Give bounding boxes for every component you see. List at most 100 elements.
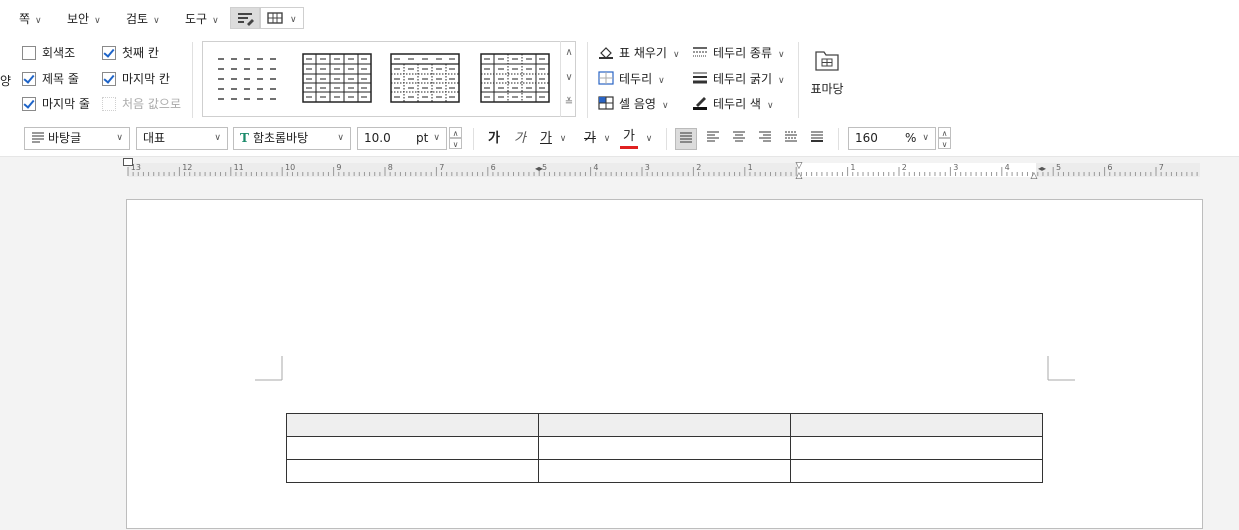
distribute-icon: [785, 131, 797, 142]
underline-button[interactable]: 가: [537, 128, 555, 150]
ruler-label: 4: [593, 163, 599, 172]
table-cell[interactable]: [790, 459, 1043, 483]
border-width-label: 테두리 굵기: [713, 72, 773, 86]
menu-review-label: 검토: [126, 12, 149, 26]
ruler-label: 6: [1107, 163, 1113, 172]
zoom-unit: %: [905, 131, 917, 145]
strikethrough-button[interactable]: 가: [581, 128, 599, 150]
style-value: 바탕글: [48, 131, 82, 145]
checkbox-box[interactable]: [102, 72, 116, 86]
align-justify-button[interactable]: [675, 128, 697, 150]
border-label: 테두리: [619, 72, 653, 86]
ruler-label: 9: [336, 163, 342, 172]
checkbox-label: 마지막 줄: [42, 97, 90, 111]
ruler-label: 3: [953, 163, 959, 172]
ruler-label: 12: [182, 163, 193, 172]
chevron-down-icon: ∨: [658, 76, 665, 86]
table-style-preview-dotted[interactable]: [389, 52, 461, 104]
bold-button[interactable]: 가: [485, 128, 503, 150]
table-cut-button[interactable]: 표마당: [806, 44, 848, 104]
cell-shade-button[interactable]: 셀 음영 ∨: [598, 94, 669, 114]
table-fill-label: 표 채우기: [619, 46, 667, 60]
ribbon-separator: [587, 42, 588, 118]
margin-marker-icon[interactable]: ◂▸: [533, 163, 545, 175]
zoom-input[interactable]: 160 % ∨: [848, 127, 936, 150]
border-width-icon: [693, 72, 707, 84]
document-page[interactable]: [126, 199, 1203, 529]
checkbox-box[interactable]: [22, 72, 36, 86]
chevron-down-icon: ∨: [116, 133, 123, 143]
chevron-down-icon[interactable]: ∨: [643, 128, 655, 150]
align-center-button[interactable]: [728, 128, 750, 150]
ruler-label: 2: [696, 163, 702, 172]
divide-button[interactable]: [806, 128, 828, 150]
table-style-preview-mixed[interactable]: [479, 52, 551, 104]
menu-tools[interactable]: 도구 ∨: [185, 9, 219, 29]
right-indent-marker-icon[interactable]: △: [1029, 171, 1039, 181]
gallery-expand-icon[interactable]: ≚: [561, 91, 577, 115]
cell-shade-label: 셀 음영: [619, 97, 656, 111]
indent-marker-icon[interactable]: ▽ △: [794, 161, 804, 181]
table-cell[interactable]: [286, 459, 539, 483]
chevron-down-icon: ∨: [212, 16, 219, 26]
checkbox-box[interactable]: [22, 46, 36, 60]
table-style-preview-dashed[interactable]: [215, 52, 287, 104]
table-style-preview-grid[interactable]: [301, 52, 373, 104]
align-left-button[interactable]: [702, 128, 724, 150]
checkbox-box: [102, 97, 116, 111]
table-row[interactable]: [286, 459, 1043, 483]
table-cell[interactable]: [790, 436, 1043, 460]
gallery-scroll: ∧ ∨ ≚: [560, 41, 577, 117]
border-type-icon: [693, 47, 707, 57]
table-cell[interactable]: [790, 413, 1043, 437]
chevron-down-icon[interactable]: ∨: [601, 128, 613, 150]
document-table[interactable]: [286, 413, 1043, 483]
table-row[interactable]: [286, 436, 1043, 460]
checkbox-box[interactable]: [22, 97, 36, 111]
spin-up-icon[interactable]: ∧: [449, 127, 462, 138]
table-row[interactable]: [286, 413, 1043, 437]
font-size-spinner[interactable]: ∧ ∨: [449, 127, 462, 150]
table-fill-button[interactable]: 표 채우기 ∨: [598, 43, 680, 63]
table-design-icon: [238, 13, 254, 26]
table-cell[interactable]: [538, 436, 791, 460]
menu-page[interactable]: 쪽 ∨: [19, 9, 42, 29]
font-type-icon: T: [240, 131, 249, 145]
chevron-down-icon[interactable]: ∨: [557, 128, 569, 150]
spin-down-icon[interactable]: ∨: [449, 138, 462, 149]
font-color-button[interactable]: 가: [620, 128, 638, 149]
border-color-button[interactable]: 테두리 색 ∨: [692, 94, 774, 114]
ruler-label: 1: [747, 163, 753, 172]
border-button[interactable]: 테두리 ∨: [598, 69, 665, 89]
indent-marker-left-icon[interactable]: [123, 158, 133, 166]
spin-up-icon[interactable]: ∧: [938, 127, 951, 138]
table-cell[interactable]: [538, 413, 791, 437]
border-type-button[interactable]: 테두리 종류 ∨: [692, 43, 785, 63]
chevron-down-icon: ∨: [433, 133, 440, 143]
distribute-button[interactable]: [780, 128, 802, 150]
font-select[interactable]: T 함초롬바탕 ∨: [233, 127, 351, 150]
menu-security[interactable]: 보안 ∨: [67, 9, 101, 29]
table-grid-icon: ∨: [267, 12, 297, 25]
language-select[interactable]: 대표 ∨: [136, 127, 228, 150]
zoom-spinner[interactable]: ∧ ∨: [938, 127, 951, 150]
table-cell[interactable]: [286, 413, 539, 437]
ruler-label: 10: [285, 163, 296, 172]
table-design-tab-button[interactable]: [230, 7, 260, 29]
table-cell[interactable]: [538, 459, 791, 483]
italic-button[interactable]: 가: [511, 128, 529, 150]
font-size-input[interactable]: 10.0 pt ∨: [357, 127, 447, 150]
align-right-button[interactable]: [754, 128, 776, 150]
border-width-button[interactable]: 테두리 굵기 ∨: [692, 69, 785, 89]
style-select[interactable]: 바탕글 ∨: [24, 127, 130, 150]
menu-review[interactable]: 검토 ∨: [126, 9, 160, 29]
table-cell[interactable]: [286, 436, 539, 460]
checkbox-box[interactable]: [102, 46, 116, 60]
paragraph-style-icon: [32, 132, 44, 143]
spin-down-icon[interactable]: ∨: [938, 138, 951, 149]
ruler-label: 8: [387, 163, 393, 172]
chevron-down-icon[interactable]: ∨: [561, 66, 577, 90]
chevron-up-icon[interactable]: ∧: [561, 41, 577, 65]
ruler-label: 5: [1056, 163, 1062, 172]
table-layout-tab-button[interactable]: ∨: [260, 7, 304, 29]
